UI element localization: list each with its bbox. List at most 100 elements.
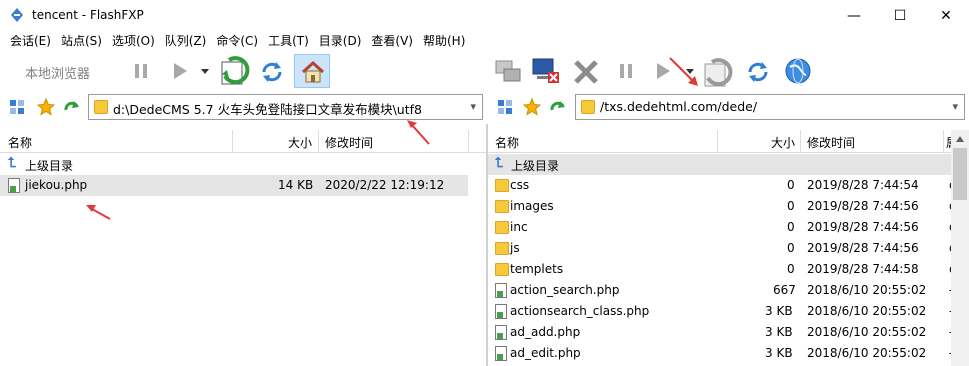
minimize-button[interactable]: — [831, 0, 877, 31]
right-toolbar [487, 51, 969, 91]
file-size: 3 KB [765, 346, 793, 360]
scrollbar-thumb[interactable] [953, 148, 967, 200]
local-path-field[interactable]: d:\DedeCMS 5.7 火车头免登陆接口文章发布模块\utf8 ▾ [88, 94, 483, 120]
folder-row[interactable]: inc 0 2019/8/28 7:44:56 d [488, 217, 957, 238]
column-separator[interactable] [232, 130, 233, 152]
parent-directory-label: 上级目录 [25, 159, 74, 173]
file-name: js [510, 241, 520, 255]
file-size: 0 [787, 178, 795, 192]
column-separator[interactable] [800, 130, 801, 152]
folder-icon [94, 100, 108, 114]
site-tree-icon[interactable] [9, 99, 25, 115]
php-file-icon [495, 346, 507, 361]
parent-directory-row[interactable]: ⮤ 上级目录 [0, 154, 468, 175]
column-separator[interactable] [468, 130, 469, 152]
file-name: images [510, 199, 554, 213]
annotation-arrow-icon [407, 120, 430, 145]
file-name: css [510, 178, 530, 192]
up-directory-icon[interactable] [63, 98, 81, 116]
file-name: ad_edit.php [510, 346, 581, 360]
file-size: 0 [787, 199, 795, 213]
play-icon[interactable] [170, 61, 190, 81]
menu-view[interactable]: 查看(V) [361, 31, 413, 51]
column-size[interactable]: 大小 [771, 134, 795, 151]
column-name[interactable]: 名称 [495, 134, 519, 151]
site-tree-icon[interactable] [497, 99, 513, 115]
file-row[interactable]: ad_edit.php 3 KB 2018/6/10 20:55:02 - [488, 343, 953, 364]
file-row[interactable]: action_search.php 667 2018/6/10 20:55:02… [488, 280, 953, 301]
php-file-icon [495, 304, 507, 319]
favorites-star-icon[interactable] [37, 98, 55, 116]
menu-tools[interactable]: 工具(T) [258, 31, 309, 51]
folder-icon [495, 221, 509, 234]
folder-row[interactable]: templets 0 2019/8/28 7:44:58 d [488, 259, 957, 280]
close-button[interactable]: ✕ [923, 0, 969, 31]
folder-row[interactable]: images 0 2019/8/28 7:44:56 d [488, 196, 957, 217]
favorites-star-icon[interactable] [523, 98, 541, 116]
flashfxp-logo-icon [11, 8, 23, 22]
column-separator[interactable] [943, 130, 944, 152]
file-row[interactable]: ad_add.php 3 KB 2018/6/10 20:55:02 - [488, 322, 953, 343]
window-title: tencent - FlashFXP [32, 8, 144, 22]
file-modified: 2019/8/28 7:44:56 [807, 241, 919, 255]
file-size: 3 KB [765, 304, 793, 318]
column-name[interactable]: 名称 [8, 134, 32, 151]
menu-site[interactable]: 站点(S) [51, 31, 102, 51]
column-separator[interactable] [717, 130, 718, 152]
pause-icon[interactable] [617, 62, 635, 80]
scroll-up-icon[interactable] [956, 136, 964, 142]
remote-path-field[interactable]: /txs.dedehtml.com/dede/ ▾ [575, 94, 965, 120]
column-modified[interactable]: 修改时间 [807, 134, 855, 151]
disconnect-icon[interactable] [531, 56, 561, 86]
annotation-arrow-icon [669, 57, 698, 86]
menu-queue[interactable]: 队列(Z) [155, 31, 207, 51]
file-size: 0 [787, 220, 795, 234]
php-file-icon [495, 325, 507, 340]
chevron-down-icon[interactable]: ▾ [952, 100, 958, 113]
menu-command[interactable]: 命令(C) [206, 31, 258, 51]
menu-directory[interactable]: 目录(D) [309, 31, 362, 51]
maximize-icon: ☐ [893, 7, 907, 24]
folder-row[interactable]: js 0 2019/8/28 7:44:56 d [488, 238, 957, 259]
menu-help[interactable]: 帮助(H) [413, 31, 465, 51]
folder-icon [495, 263, 509, 276]
file-row[interactable]: jiekou.php 14 KB 2020/2/22 12:19:12 [0, 175, 468, 196]
column-separator[interactable] [318, 130, 319, 152]
abort-icon[interactable] [572, 58, 600, 86]
folder-row[interactable]: css 0 2019/8/28 7:44:54 d [488, 175, 957, 196]
refresh-transfer-icon[interactable] [219, 54, 253, 88]
pause-icon[interactable] [132, 62, 150, 80]
file-modified: 2019/8/28 7:44:54 [807, 178, 919, 192]
remote-path-text: /txs.dedehtml.com/dede/ [600, 99, 758, 114]
folder-icon [495, 200, 509, 213]
menu-options[interactable]: 选项(O) [102, 31, 155, 51]
parent-directory-row[interactable]: ⮤ 上级目录 [488, 154, 951, 175]
column-size[interactable]: 大小 [288, 134, 312, 151]
home-button[interactable] [294, 54, 330, 88]
title-bar: tencent - FlashFXP — ☐ ✕ [0, 0, 969, 31]
connect-icon[interactable] [494, 57, 522, 85]
local-browser-button[interactable]: 本地浏览器 [25, 63, 90, 82]
vertical-scrollbar[interactable] [951, 130, 969, 366]
file-modified: 2020/2/22 12:19:12 [325, 178, 445, 192]
close-icon: ✕ [940, 7, 952, 24]
file-name: ad_add.php [510, 325, 581, 339]
file-row[interactable]: actionsearch_class.php 3 KB 2018/6/10 20… [488, 301, 953, 322]
play-dropdown-icon[interactable] [200, 66, 210, 76]
file-name: templets [510, 262, 564, 276]
refresh-icon[interactable] [259, 59, 285, 85]
column-modified[interactable]: 修改时间 [325, 134, 373, 151]
file-name: jiekou.php [25, 178, 88, 192]
up-directory-icon[interactable] [549, 98, 567, 116]
menu-session[interactable]: 会话(E) [0, 31, 51, 51]
file-size: 3 KB [765, 325, 793, 339]
globe-icon[interactable] [784, 57, 812, 85]
file-name: inc [510, 220, 528, 234]
file-modified: 2019/8/28 7:44:56 [807, 220, 919, 234]
refresh-transfer-icon[interactable] [702, 56, 734, 88]
file-name: actionsearch_class.php [510, 304, 650, 318]
refresh-icon[interactable] [745, 59, 771, 85]
chevron-down-icon[interactable]: ▾ [470, 100, 476, 113]
parent-directory-icon: ⮤ [495, 155, 504, 171]
maximize-button[interactable]: ☐ [877, 0, 923, 31]
